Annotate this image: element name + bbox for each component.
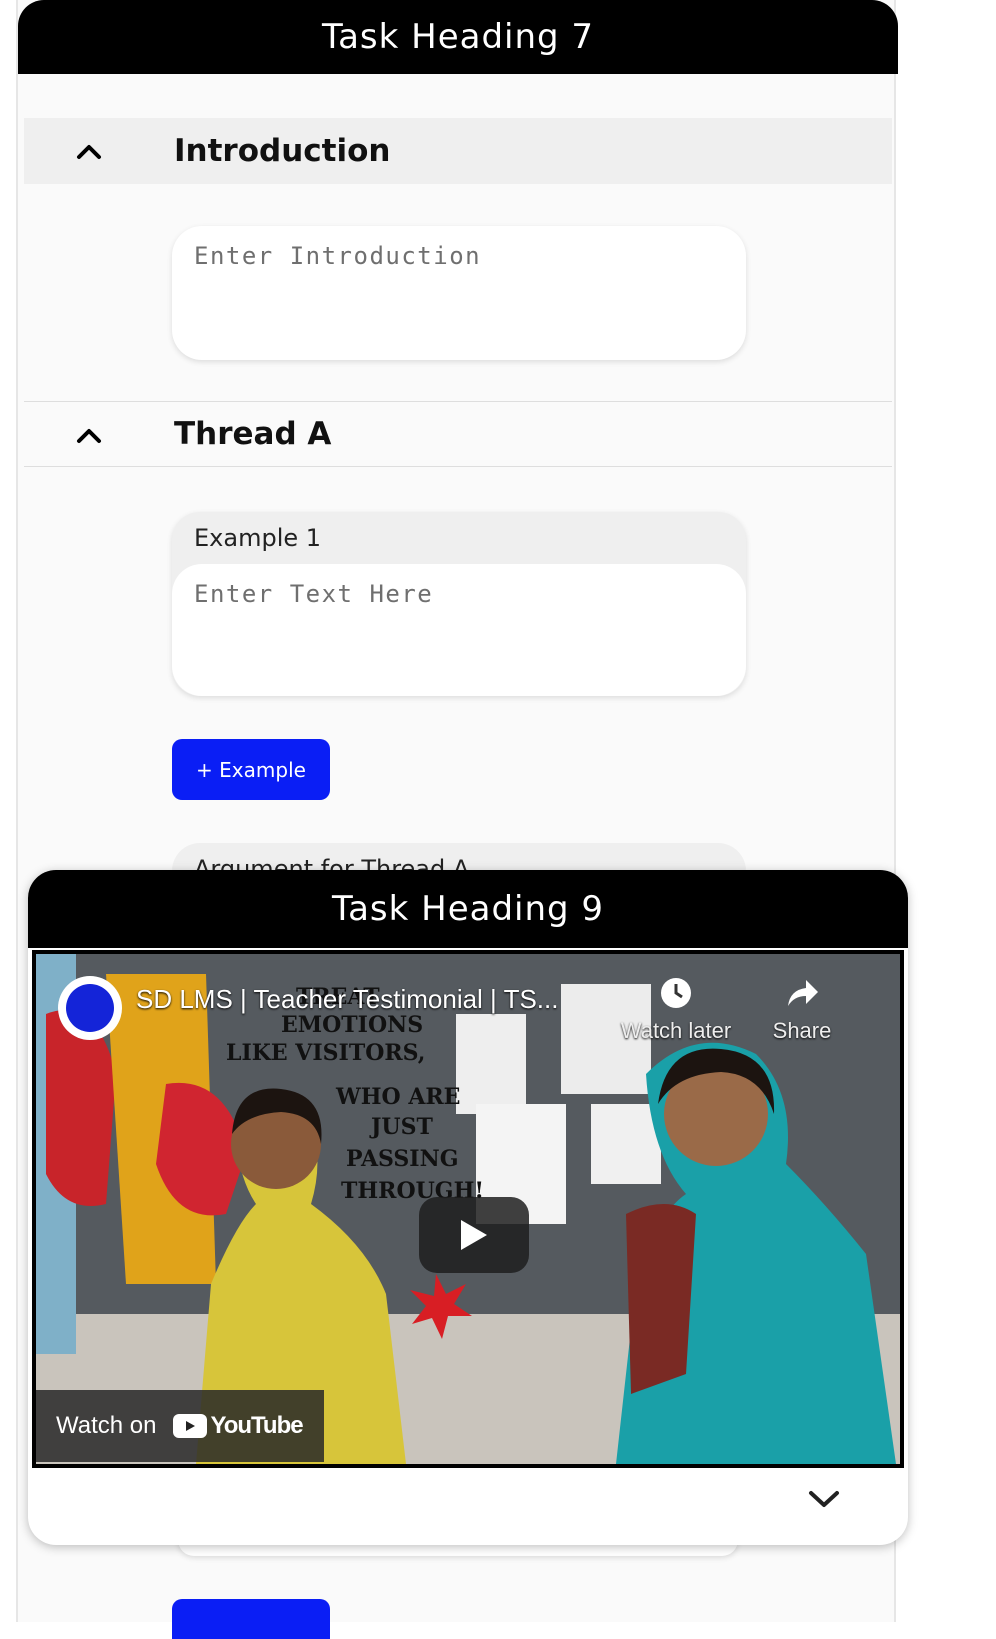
youtube-video-embed[interactable]: TREAT EMOTIONS LIKE VISITORS, WHO ARE JU… bbox=[32, 950, 904, 1468]
introduction-input[interactable]: Enter Introduction bbox=[172, 226, 746, 360]
play-button[interactable] bbox=[419, 1197, 529, 1273]
example-placeholder: Enter Text Here bbox=[194, 580, 434, 608]
watch-later-button[interactable]: Watch later bbox=[616, 976, 736, 1044]
add-example-button[interactable]: + Example bbox=[172, 739, 330, 800]
svg-text:LIKE VISITORS,: LIKE VISITORS, bbox=[226, 1040, 425, 1066]
svg-text:WHO ARE: WHO ARE bbox=[335, 1084, 460, 1110]
svg-text:PASSING: PASSING bbox=[346, 1146, 459, 1172]
share-arrow-icon bbox=[788, 980, 818, 1006]
watch-on-youtube-link[interactable]: Watch on YouTube bbox=[36, 1390, 324, 1462]
chevron-down-icon[interactable] bbox=[804, 1484, 844, 1514]
share-button[interactable]: Share bbox=[742, 976, 862, 1044]
channel-avatar[interactable] bbox=[58, 976, 122, 1040]
section-title-introduction: Introduction bbox=[174, 133, 391, 169]
task-heading-7: Task Heading 7 bbox=[18, 0, 898, 74]
chevron-up-icon[interactable] bbox=[76, 422, 102, 448]
argument-card: Argument for Thread A bbox=[172, 843, 746, 873]
watch-on-label: Watch on bbox=[56, 1412, 157, 1439]
example-card: Example 1 Enter Text Here bbox=[172, 512, 746, 696]
task-card-9: Task Heading 9 TREAT EMOTIONS LIKE VISIT… bbox=[28, 870, 908, 1545]
youtube-logo: YouTube bbox=[172, 1412, 304, 1440]
watch-later-label: Watch later bbox=[620, 1018, 732, 1043]
chevron-up-icon[interactable] bbox=[76, 138, 102, 164]
section-title-thread-a: Thread A bbox=[174, 416, 332, 452]
video-title[interactable]: SD LMS | Teacher Testimonial | TS... bbox=[136, 984, 558, 1015]
task-heading-9: Task Heading 9 bbox=[28, 870, 908, 948]
play-icon bbox=[461, 1220, 487, 1250]
example-text-input[interactable]: Enter Text Here bbox=[172, 564, 746, 696]
add-argument-button[interactable] bbox=[172, 1599, 330, 1639]
svg-text:JUST: JUST bbox=[369, 1114, 433, 1140]
example-label: Example 1 bbox=[194, 524, 322, 552]
section-header-thread-a[interactable]: Thread A bbox=[24, 401, 892, 467]
youtube-brand-label: YouTube bbox=[210, 1412, 304, 1439]
introduction-placeholder: Enter Introduction bbox=[194, 242, 482, 270]
share-label: Share bbox=[772, 1018, 832, 1043]
clock-icon bbox=[661, 978, 691, 1008]
section-header-introduction[interactable]: Introduction bbox=[24, 118, 892, 184]
svg-text:EMOTIONS: EMOTIONS bbox=[281, 1012, 423, 1038]
